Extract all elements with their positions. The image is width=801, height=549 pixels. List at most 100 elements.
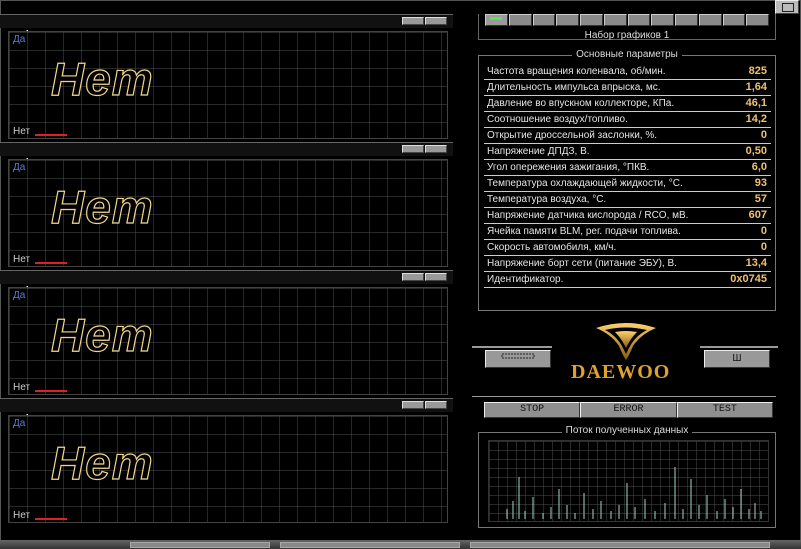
control-bar: STOP ERROR TEST	[484, 402, 773, 418]
graph-set-tabs	[485, 14, 770, 26]
status-segment	[280, 542, 460, 548]
param-row: Давление во впускном коллекторе, КПа. 46…	[484, 96, 771, 112]
param-label: Напряжение датчика кислорода / RCO, мВ.	[487, 210, 689, 221]
graph-set-tab-9[interactable]	[675, 14, 698, 26]
graph-yes-label: Да	[13, 418, 26, 429]
panel-graph: Да Нет Нет	[8, 159, 448, 267]
graph-value: Нет	[50, 180, 154, 233]
panel-scale-button[interactable]	[402, 145, 424, 153]
data-stream-graph	[488, 440, 769, 522]
error-button[interactable]: ERROR	[580, 402, 677, 418]
params-list: Частота вращения коленвала, об/мин. 825 Д…	[484, 64, 771, 288]
param-label: Ячейка памяти BLM, рег. подачи топлива.	[487, 226, 681, 237]
param-row: Идентификатор. 0x0745	[484, 272, 771, 288]
graph-no-label: Нет	[13, 254, 31, 265]
param-row: Открытие дроссельной заслонки, %. 0	[484, 128, 771, 144]
param-label: Соотношение воздух/топливо.	[487, 114, 628, 125]
graph-trace	[35, 390, 67, 392]
graph-value: Нет	[50, 52, 154, 105]
param-value: 13,4	[745, 257, 767, 269]
param-label: Температура воздуха, °С.	[487, 194, 607, 205]
param-row: Напряжение борт сети (питание ЭБУ), В. 1…	[484, 256, 771, 272]
param-value: 825	[748, 65, 767, 77]
param-value: 0	[760, 241, 767, 253]
param-row: Частота вращения коленвала, об/мин. 825	[484, 64, 771, 80]
param-value: 14,2	[745, 113, 767, 125]
param-row: Соотношение воздух/топливо. 14,2	[484, 112, 771, 128]
graph-set-title: Набор графиков 1	[584, 30, 670, 41]
panel-scale-button[interactable]	[402, 401, 424, 409]
param-row: Скорость автомобиля, км/ч. 0	[484, 240, 771, 256]
graph-no-label: Нет	[13, 382, 31, 393]
divider	[472, 346, 552, 348]
brand-name: DAEWOO	[571, 361, 671, 383]
params-title: Основные параметры	[478, 49, 776, 60]
graph-yes-label: Да	[13, 34, 26, 45]
param-row: Напряжение ДПДЗ, В. 0,50	[484, 144, 771, 160]
window-restore-button[interactable]	[775, 0, 799, 14]
stop-button[interactable]: STOP	[484, 402, 581, 418]
test-button[interactable]: TEST	[676, 402, 773, 418]
status-segment	[130, 542, 270, 548]
graph-set-tab-4[interactable]	[556, 14, 579, 26]
graph-value: Нет	[50, 436, 154, 489]
graph-set-tab-5[interactable]	[580, 14, 603, 26]
param-value: 0	[760, 225, 767, 237]
graph-set-tab-12[interactable]	[746, 14, 769, 26]
panel-close-button[interactable]	[425, 401, 447, 409]
param-value: 0	[760, 129, 767, 141]
param-row: Температура воздуха, °С. 57	[484, 192, 771, 208]
graph-set-tab-2[interactable]	[508, 14, 532, 26]
waveform-icon	[501, 353, 535, 359]
param-label: Открытие дроссельной заслонки, %.	[487, 130, 658, 141]
param-label: Давление во впускном коллекторе, КПа.	[487, 98, 675, 109]
graph-no-label: Нет	[13, 126, 31, 137]
graph-trace	[35, 134, 67, 136]
graph-panel: 1 A/C REQ Запрос кондиционера от водител…	[0, 398, 453, 526]
graph-trace	[35, 262, 67, 264]
graph-mode-button[interactable]	[485, 350, 551, 368]
param-row: Температура охлаждающей жидкости, °С. 93	[484, 176, 771, 192]
graph-yes-label: Да	[13, 162, 26, 173]
graph-set-tab-6[interactable]	[603, 14, 627, 26]
param-value: 57	[754, 193, 767, 205]
panel-close-button[interactable]	[425, 17, 447, 25]
graph-set-tab-11[interactable]	[722, 14, 746, 26]
graph-set-tab-1[interactable]	[485, 14, 508, 26]
data-stream-title: Поток полученных данных	[478, 425, 776, 436]
panel-header: 1 A/C REQ Запрос кондиционера от водител…	[0, 398, 453, 450]
param-label: Длительность импульса впрыска, мс.	[487, 82, 661, 93]
param-row: Напряжение датчика кислорода / RCO, мВ. …	[484, 208, 771, 224]
panel-scale-button[interactable]	[402, 17, 424, 25]
panel-graph: Да Нет Нет	[8, 287, 448, 395]
graph-yes-label: Да	[13, 290, 26, 301]
graph-set-tab-10[interactable]	[698, 14, 722, 26]
print-button[interactable]: Ш	[704, 350, 770, 368]
panel-header: 1 A/C REQ Запрос кондиционера от водител…	[0, 142, 453, 194]
param-label: Угол опережения зажигания, °ПКВ.	[487, 162, 650, 173]
param-value: 46,1	[745, 97, 767, 109]
param-value: 0,50	[745, 145, 767, 157]
panel-header: 1 A/C REQ Запрос кондиционера от водител…	[0, 14, 453, 66]
param-row: Ячейка памяти BLM, рег. подачи топлива. …	[484, 224, 771, 240]
daewoo-logo-icon	[596, 323, 656, 360]
graph-set-tab-3[interactable]	[532, 14, 556, 26]
graph-set-tab-8[interactable]	[651, 14, 674, 26]
param-value: 0x0745	[730, 273, 767, 285]
panel-scale-button[interactable]	[402, 273, 424, 281]
panel-graph: Да Нет Нет	[8, 415, 448, 523]
status-strip	[0, 540, 801, 549]
panel-close-button[interactable]	[425, 273, 447, 281]
param-label: Температура охлаждающей жидкости, °С.	[487, 178, 683, 189]
graph-no-label: Нет	[13, 510, 31, 521]
panel-graph: Да Нет Нет	[8, 31, 448, 139]
param-label: Напряжение борт сети (питание ЭБУ), В.	[487, 258, 677, 269]
param-value: 1,64	[745, 81, 767, 93]
panel-close-button[interactable]	[425, 145, 447, 153]
graph-set-tab-7[interactable]	[627, 14, 651, 26]
graph-panel: 1 A/C REQ Запрос кондиционера от водител…	[0, 142, 453, 270]
param-label: Скорость автомобиля, км/ч.	[487, 242, 617, 253]
param-row: Длительность импульса впрыска, мс. 1,64	[484, 80, 771, 96]
param-row: Угол опережения зажигания, °ПКВ. 6,0	[484, 160, 771, 176]
divider	[472, 396, 776, 397]
